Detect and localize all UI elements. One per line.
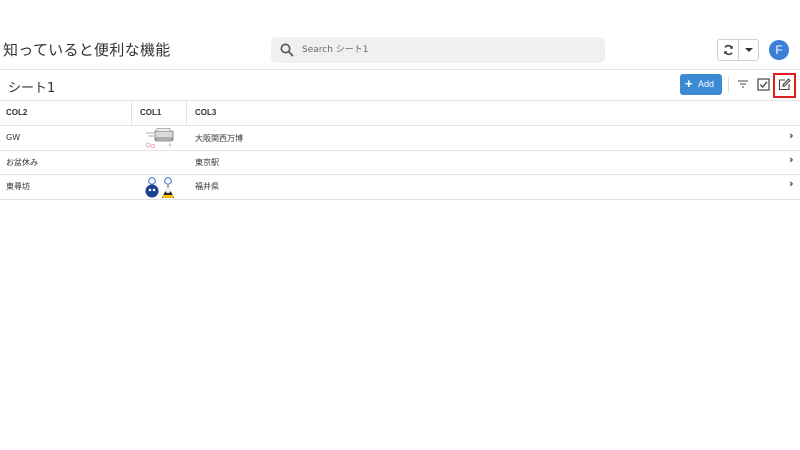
highlight-box <box>773 73 796 98</box>
plus-icon: + <box>685 76 693 91</box>
column-header-col1[interactable]: COL1 <box>140 108 161 117</box>
toolbar-divider <box>0 100 800 101</box>
row-divider <box>0 199 800 200</box>
checkbox-icon[interactable] <box>757 78 770 91</box>
search-input[interactable] <box>302 37 592 63</box>
add-button-label: Add <box>698 79 715 89</box>
column-header-col3[interactable]: COL3 <box>195 108 216 117</box>
add-button[interactable]: + Add <box>680 74 722 95</box>
avatar[interactable]: F <box>769 40 789 60</box>
cell-col3: 福井県 <box>195 182 219 191</box>
search-icon <box>280 43 294 57</box>
chevron-right-icon[interactable]: › <box>789 129 794 142</box>
sync-icon <box>724 44 733 56</box>
mascots-image <box>145 177 174 198</box>
column-separator <box>131 101 132 125</box>
row-divider <box>0 174 800 175</box>
cell-col2: GW <box>6 133 21 142</box>
app-title: 知っていると便利な機能 <box>3 41 171 59</box>
sync-button-group <box>717 39 759 61</box>
search-box[interactable] <box>271 37 605 63</box>
header-divider <box>0 69 800 70</box>
cell-col2: 東尋坊 <box>6 182 30 191</box>
row-divider <box>0 150 800 151</box>
sync-dropdown-button[interactable] <box>739 40 759 60</box>
cell-col3: 大阪関西万博 <box>195 134 243 143</box>
caret-down-icon <box>745 48 753 52</box>
cell-col2: お盆休み <box>6 158 38 167</box>
app-header: 知っていると便利な機能 F <box>0 28 800 70</box>
column-header-col2[interactable]: COL2 <box>6 108 27 117</box>
toolbar-separator <box>728 77 729 92</box>
chevron-right-icon[interactable]: › <box>789 177 794 190</box>
chevron-right-icon[interactable]: › <box>789 153 794 166</box>
printer-sketch-image <box>145 128 174 148</box>
cell-col3: 東京駅 <box>195 158 219 167</box>
row-divider <box>0 125 800 126</box>
sync-button[interactable] <box>718 40 739 60</box>
column-separator <box>186 101 187 125</box>
sheet-title: シート1 <box>8 81 56 96</box>
filter-icon[interactable] <box>737 78 749 90</box>
